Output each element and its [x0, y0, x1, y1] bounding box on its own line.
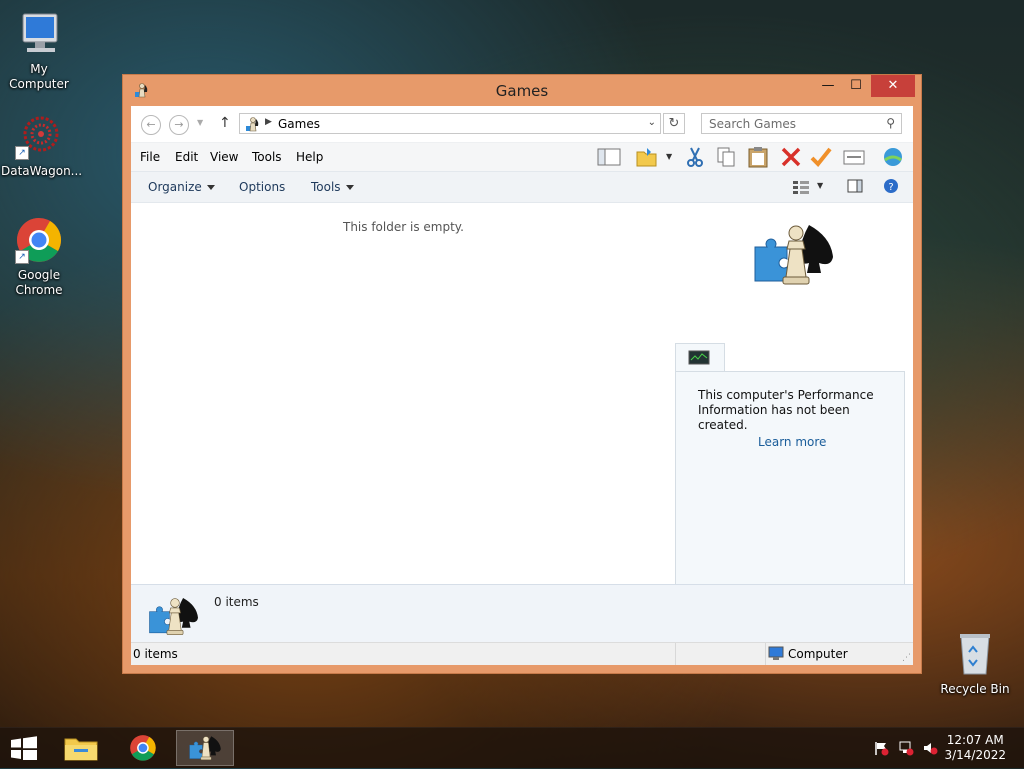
datawagon-icon: ↗	[15, 112, 63, 160]
performance-panel: This computer's Performance Information …	[675, 343, 905, 601]
empty-folder-message: This folder is empty.	[343, 220, 464, 234]
close-button[interactable]: ✕	[871, 75, 915, 97]
copy-icon[interactable]	[714, 146, 738, 168]
status-divider	[675, 643, 676, 665]
taskbar: 12:07 AM 3/14/2022	[0, 727, 1024, 768]
search-input[interactable]: Search Games	[709, 117, 796, 131]
organize-button[interactable]: Organize	[148, 180, 215, 194]
breadcrumb-separator-icon: ▶	[265, 117, 272, 127]
organize-label: Organize	[148, 180, 202, 194]
title-bar[interactable]: Games — ☐ ✕	[123, 75, 921, 105]
desktop-icon-label: My Computer	[9, 62, 69, 91]
desktop-icon-my-computer[interactable]: My Computer	[1, 10, 77, 92]
chevron-down-icon[interactable]: ⌄	[648, 117, 656, 128]
chrome-icon	[130, 735, 156, 761]
menu-tools[interactable]: Tools	[252, 150, 282, 164]
address-bar[interactable]: ▶ Games ⌄	[239, 113, 661, 134]
chevron-down-icon[interactable]: ▼	[666, 152, 672, 161]
tools-button[interactable]: Tools	[311, 180, 354, 194]
games-icon	[244, 116, 260, 135]
status-bar: 0 items Computer ⋰	[131, 642, 913, 665]
forward-button[interactable]: →	[169, 115, 189, 135]
item-count: 0 items	[214, 595, 259, 609]
minimize-button[interactable]: —	[813, 75, 843, 97]
menu-help[interactable]: Help	[296, 150, 323, 164]
refresh-button[interactable]: ↻	[663, 113, 685, 134]
checkmark-icon[interactable]	[809, 146, 833, 168]
network-icon[interactable]	[898, 740, 914, 756]
desktop-icon-datawagon[interactable]: ↗ DataWagon...	[1, 112, 83, 179]
performance-info-box: This computer's Performance Information …	[675, 371, 905, 601]
tools-label: Tools	[311, 180, 341, 194]
desktop-icon-label: Google Chrome	[15, 268, 63, 297]
clock-date: 3/14/2022	[944, 748, 1006, 762]
games-window: Games — ☐ ✕ ← → ▼ ↑ ▶ Games ⌄ ↻ Search G…	[122, 74, 922, 674]
options-button[interactable]: Options	[239, 180, 285, 194]
shortcut-arrow-icon: ↗	[15, 250, 29, 264]
svg-text:?: ?	[888, 182, 893, 193]
windows-logo-icon	[11, 736, 37, 762]
performance-tab[interactable]	[675, 343, 725, 372]
resize-grip-icon[interactable]: ⋰	[902, 653, 911, 663]
taskbar-file-explorer[interactable]	[52, 730, 110, 766]
recycle-bin-icon	[951, 630, 999, 678]
up-arrow-icon[interactable]: ↑	[219, 115, 231, 131]
recent-locations-icon[interactable]: ▼	[197, 118, 203, 127]
taskbar-google-chrome[interactable]	[114, 730, 172, 766]
action-center-flag-icon[interactable]	[873, 740, 889, 756]
desktop-icon-label: Recycle Bin	[940, 682, 1010, 696]
address-row: ← → ▼ ↑ ▶ Games ⌄ ↻ Search Games ⚲	[131, 106, 913, 142]
status-divider	[765, 643, 766, 665]
maximize-button[interactable]: ☐	[841, 75, 871, 97]
delete-icon[interactable]	[779, 146, 803, 168]
menu-edit[interactable]: Edit	[175, 150, 198, 164]
menu-view[interactable]: View	[210, 150, 238, 164]
chevron-down-icon	[206, 185, 215, 190]
details-pane: 0 items	[131, 584, 913, 645]
desktop-icon-google-chrome[interactable]: ↗ Google Chrome	[1, 216, 77, 298]
address-path[interactable]: Games	[278, 117, 320, 131]
desktop-icon-recycle-bin[interactable]: Recycle Bin	[937, 630, 1013, 697]
status-item-count: 0 items	[133, 647, 178, 661]
games-icon	[189, 736, 221, 761]
menu-bar: File Edit View Tools Help ▼	[131, 142, 913, 171]
games-icon	[147, 593, 203, 642]
folder-properties-icon[interactable]	[635, 146, 659, 168]
chevron-down-icon[interactable]: ▼	[817, 181, 823, 190]
paste-icon[interactable]	[746, 146, 770, 168]
search-icon: ⚲	[886, 116, 895, 130]
computer-icon	[768, 646, 784, 664]
start-button[interactable]	[10, 736, 38, 763]
back-button[interactable]: ←	[141, 115, 161, 135]
learn-more-link[interactable]: Learn more	[758, 435, 826, 449]
clock-time: 12:07 AM	[946, 733, 1004, 747]
command-bar: Organize Options Tools ▼ ?	[131, 171, 913, 203]
status-location: Computer	[788, 647, 848, 661]
layout-icon[interactable]	[597, 146, 621, 168]
network-globe-icon[interactable]	[881, 146, 905, 168]
performance-message: This computer's Performance Information …	[698, 388, 874, 432]
volume-muted-icon[interactable]	[922, 740, 938, 756]
chrome-icon: ↗	[15, 216, 63, 264]
help-icon[interactable]: ?	[883, 178, 899, 197]
games-large-icon	[751, 217, 841, 294]
menu-file[interactable]: File	[140, 150, 160, 164]
preview-pane-icon[interactable]	[847, 179, 863, 196]
chevron-down-icon	[345, 185, 354, 190]
window-title: Games	[495, 82, 549, 100]
shortcut-arrow-icon: ↗	[15, 146, 29, 160]
performance-monitor-icon	[688, 350, 710, 369]
view-options-icon[interactable]	[792, 179, 810, 198]
cut-icon[interactable]	[683, 146, 707, 168]
computer-icon	[15, 10, 63, 58]
search-box[interactable]: Search Games ⚲	[701, 113, 902, 134]
folder-content[interactable]: This folder is empty. This computer's Pe…	[131, 203, 913, 601]
window-client: ← → ▼ ↑ ▶ Games ⌄ ↻ Search Games ⚲ File …	[131, 106, 913, 665]
taskbar-games[interactable]	[176, 730, 234, 766]
properties-icon[interactable]	[842, 146, 866, 168]
file-explorer-icon	[64, 738, 98, 761]
system-clock[interactable]: 12:07 AM 3/14/2022	[944, 733, 1006, 763]
desktop-icon-label: DataWagon...	[1, 164, 83, 178]
